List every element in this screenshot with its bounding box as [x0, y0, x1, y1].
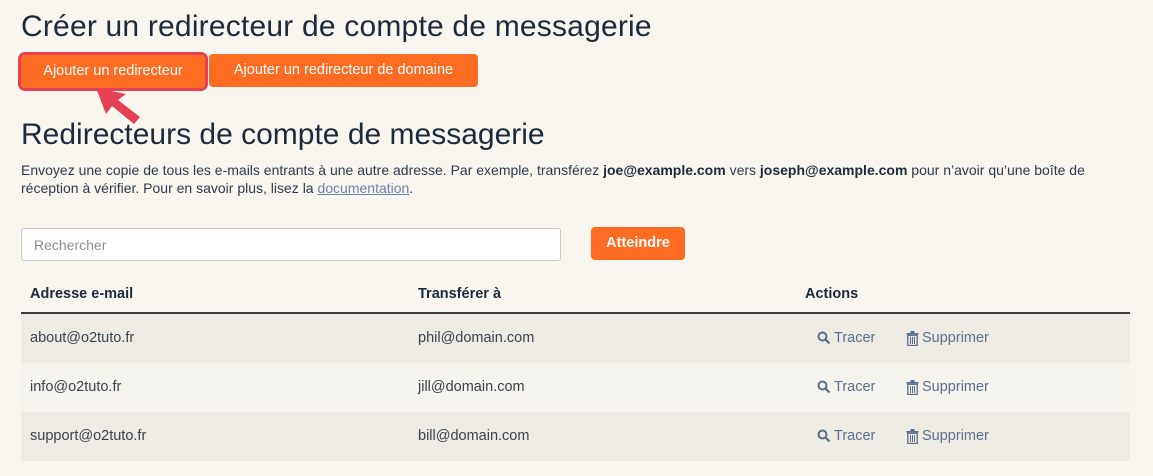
trace-link[interactable]: Tracer — [817, 428, 875, 444]
section-title: Redirecteurs de compte de messagerie — [21, 118, 545, 151]
delete-link[interactable]: Supprimer — [906, 428, 989, 444]
cell-forward-to: phil@domain.com — [418, 330, 535, 346]
documentation-link[interactable]: documentation — [317, 180, 409, 196]
trash-icon — [906, 330, 919, 346]
cell-forward-to: bill@domain.com — [418, 428, 530, 444]
add-domain-forwarder-button[interactable]: Ajouter un redirecteur de domaine — [209, 54, 478, 87]
header-email: Adresse e-mail — [30, 286, 134, 302]
trash-icon — [906, 379, 919, 395]
table-header: Adresse e-mail Transférer à Actions — [21, 278, 1130, 314]
cell-email: about@o2tuto.fr — [30, 330, 135, 346]
search-icon — [817, 380, 831, 394]
cell-email: info@o2tuto.fr — [30, 379, 122, 395]
cell-email: support@o2tuto.fr — [30, 428, 147, 444]
trash-icon — [906, 428, 919, 444]
search-icon — [817, 331, 831, 345]
delete-link[interactable]: Supprimer — [906, 330, 989, 346]
search-icon — [817, 429, 831, 443]
go-button[interactable]: Atteindre — [591, 227, 685, 260]
delete-link[interactable]: Supprimer — [906, 379, 989, 395]
example-source-email: joe@example.com — [603, 162, 726, 178]
table-row: about@o2tuto.fr phil@domain.com Tracer S… — [21, 314, 1130, 363]
trace-link[interactable]: Tracer — [817, 330, 875, 346]
section-description: Envoyez une copie de tous les e-mails en… — [21, 162, 1085, 196]
header-forward-to: Transférer à — [418, 286, 502, 302]
header-actions: Actions — [805, 286, 859, 302]
example-target-email: joseph@example.com — [759, 162, 908, 178]
table-row: info@o2tuto.fr jill@domain.com Tracer Su… — [21, 363, 1130, 412]
cell-forward-to: jill@domain.com — [418, 379, 525, 395]
page-title: Créer un redirecteur de compte de messag… — [21, 10, 652, 43]
forwarders-table: Adresse e-mail Transférer à Actions abou… — [21, 278, 1130, 461]
table-row: support@o2tuto.fr bill@domain.com Tracer… — [21, 412, 1130, 461]
trace-link[interactable]: Tracer — [817, 379, 875, 395]
search-input[interactable] — [21, 228, 561, 261]
